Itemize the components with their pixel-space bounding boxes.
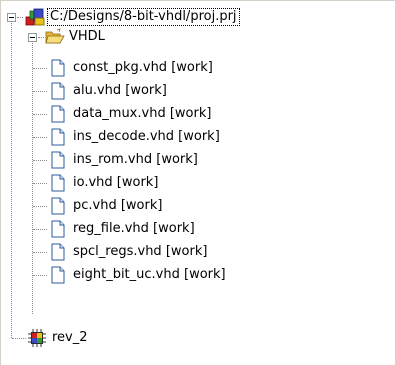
file-label[interactable]: ins_decode.vhd [work] [71, 127, 222, 147]
file-icon [51, 220, 65, 238]
tree-line [33, 160, 47, 162]
tree-line [33, 137, 47, 139]
tree-line [33, 183, 47, 185]
folder-label[interactable]: VHDL [67, 27, 107, 47]
open-folder-icon [45, 28, 65, 44]
tree-line [33, 206, 47, 208]
file-label[interactable]: io.vhd [work] [71, 173, 160, 193]
tree-line [33, 275, 47, 277]
file-icon [51, 266, 65, 284]
tree-node-file[interactable]: spcl_regs.vhd [work] [1, 242, 395, 262]
file-label[interactable]: ins_rom.vhd [work] [71, 150, 200, 170]
collapse-toggle-vhdl[interactable] [28, 33, 37, 42]
tree-node-file[interactable]: const_pkg.vhd [work] [1, 58, 395, 78]
tree-node-folder-vhdl[interactable]: VHDL [1, 27, 395, 47]
file-label[interactable]: alu.vhd [work] [71, 81, 169, 101]
tree-line [12, 338, 26, 340]
project-icon [25, 8, 45, 26]
file-icon [51, 174, 65, 192]
tree-node-file[interactable]: ins_rom.vhd [work] [1, 150, 395, 170]
collapse-toggle-project[interactable] [7, 13, 16, 22]
tree-node-file[interactable]: alu.vhd [work] [1, 81, 395, 101]
file-label[interactable]: pc.vhd [work] [71, 196, 164, 216]
project-path-label[interactable]: C:/Designs/8-bit-vhdl/proj.prj [47, 8, 240, 26]
tree-node-file[interactable]: pc.vhd [work] [1, 196, 395, 216]
file-icon [51, 128, 65, 146]
file-label[interactable]: data_mux.vhd [work] [71, 104, 213, 124]
file-icon [51, 243, 65, 261]
chip-icon [28, 329, 46, 347]
tree-line [33, 252, 47, 254]
tree-node-project[interactable]: C:/Designs/8-bit-vhdl/proj.prj [1, 7, 395, 27]
file-label[interactable]: reg_file.vhd [work] [71, 219, 197, 239]
file-label[interactable]: spcl_regs.vhd [work] [71, 242, 209, 262]
file-label[interactable]: const_pkg.vhd [work] [71, 58, 215, 78]
tree-line [33, 68, 47, 70]
tree-line [38, 37, 44, 39]
file-icon [51, 151, 65, 169]
tree-node-file[interactable]: data_mux.vhd [work] [1, 104, 395, 124]
tree-node-file[interactable]: io.vhd [work] [1, 173, 395, 193]
tree-line [33, 91, 47, 93]
tree-line [33, 229, 47, 231]
tree-node-file[interactable]: reg_file.vhd [work] [1, 219, 395, 239]
file-icon [51, 59, 65, 77]
file-label[interactable]: eight_bit_uc.vhd [work] [71, 265, 228, 285]
file-icon [51, 197, 65, 215]
tree-line [33, 114, 47, 116]
implementation-label[interactable]: rev_2 [50, 328, 90, 348]
file-icon [51, 82, 65, 100]
tree-node-file[interactable]: eight_bit_uc.vhd [work] [1, 265, 395, 285]
file-icon [51, 105, 65, 123]
tree-node-file[interactable]: ins_decode.vhd [work] [1, 127, 395, 147]
project-tree-panel: C:/Designs/8-bit-vhdl/proj.prj VHDL cons… [0, 0, 395, 365]
tree-node-implementation[interactable]: rev_2 [1, 328, 395, 348]
tree-line [17, 17, 23, 19]
